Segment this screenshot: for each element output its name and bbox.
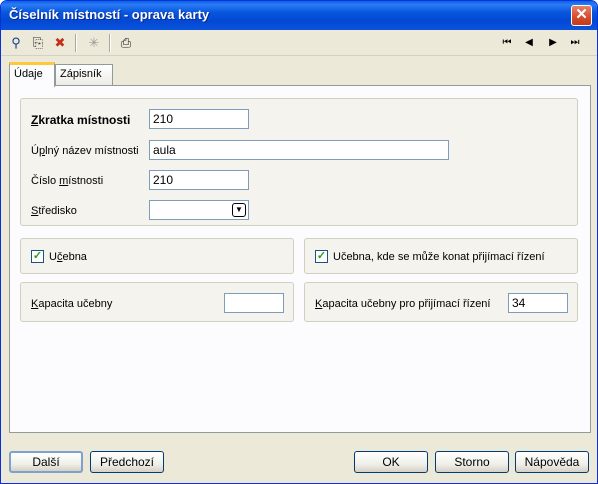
kapacita-input[interactable] (224, 293, 284, 313)
kapacita-prijimaci-input[interactable]: 34 (508, 293, 568, 313)
dalsi-button[interactable]: Další (9, 451, 83, 473)
close-button[interactable]: ✕ (571, 5, 592, 26)
ok-button[interactable]: OK (354, 451, 428, 473)
copy-icon[interactable]: ⎘ (29, 34, 47, 52)
tab-udaje[interactable]: Údaje (9, 62, 55, 87)
last-record-icon[interactable]: ⏭ (567, 35, 583, 51)
nazev-label: Úplný název místnosti (31, 145, 139, 157)
storno-button[interactable]: Storno (435, 451, 509, 473)
search-icon[interactable]: ⚲ (7, 34, 25, 52)
tab-panel-udaje: Zkratka místnosti 210 Úplný název místno… (9, 85, 591, 433)
previous-record-icon[interactable]: ◀ (521, 35, 537, 51)
cislo-label: Číslo místnosti (31, 175, 104, 187)
dialog-window: Číselník místností - oprava karty ✕ ⚲ ⎘ … (0, 0, 598, 484)
napoveda-button[interactable]: Nápověda (515, 451, 589, 473)
settings-icon[interactable]: ✳ (85, 34, 103, 52)
stredisko-label: Středisko (31, 205, 77, 217)
ucebna-checkbox[interactable]: ✓ (31, 250, 44, 263)
tab-zapisnik[interactable]: Zápisník (55, 64, 113, 86)
delete-icon[interactable]: ✖ (51, 34, 69, 52)
title-bar[interactable]: Číselník místností - oprava karty ✕ (1, 1, 597, 30)
print-icon[interactable]: ⎙ (117, 34, 135, 52)
cislo-input[interactable]: 210 (149, 170, 249, 190)
ucebna-prijimaci-checkbox[interactable]: ✓ (315, 250, 328, 263)
toolbar-separator (75, 34, 77, 52)
kapacita-label: Kapacita učebny (31, 298, 113, 310)
window-title: Číselník místností - oprava karty (9, 7, 210, 22)
ucebna-prijimaci-group: ✓ Učebna, kde se může konat přijímací ří… (304, 238, 578, 274)
room-details-group: Zkratka místnosti 210 Úplný název místno… (20, 98, 578, 226)
next-record-icon[interactable]: ▶ (545, 35, 561, 51)
zkratka-label: Zkratka místnosti (31, 113, 131, 127)
ucebna-group: ✓ Učebna (20, 238, 294, 274)
kapacita-prijimaci-label: Kapacita učebny pro přijímací řízení (315, 298, 491, 310)
stredisko-select[interactable]: ▼ (149, 200, 249, 220)
chevron-down-icon[interactable]: ▼ (232, 203, 246, 217)
first-record-icon[interactable]: ⏮ (499, 35, 515, 51)
kapacita-group: Kapacita učebny (20, 282, 294, 322)
nazev-input[interactable]: aula (149, 140, 449, 160)
toolbar: ⚲ ⎘ ✖ ✳ ⎙ ⏮ ◀ ▶ ⏭ (1, 30, 597, 56)
predchozi-button[interactable]: Předchozí (90, 451, 164, 473)
kapacita-prijimaci-group: Kapacita učebny pro přijímací řízení 34 (304, 282, 578, 322)
zkratka-input[interactable]: 210 (149, 109, 249, 129)
ucebna-label: Učebna (49, 251, 87, 263)
toolbar-separator (109, 34, 111, 52)
ucebna-prijimaci-label: Učebna, kde se může konat přijímací říze… (333, 251, 545, 263)
